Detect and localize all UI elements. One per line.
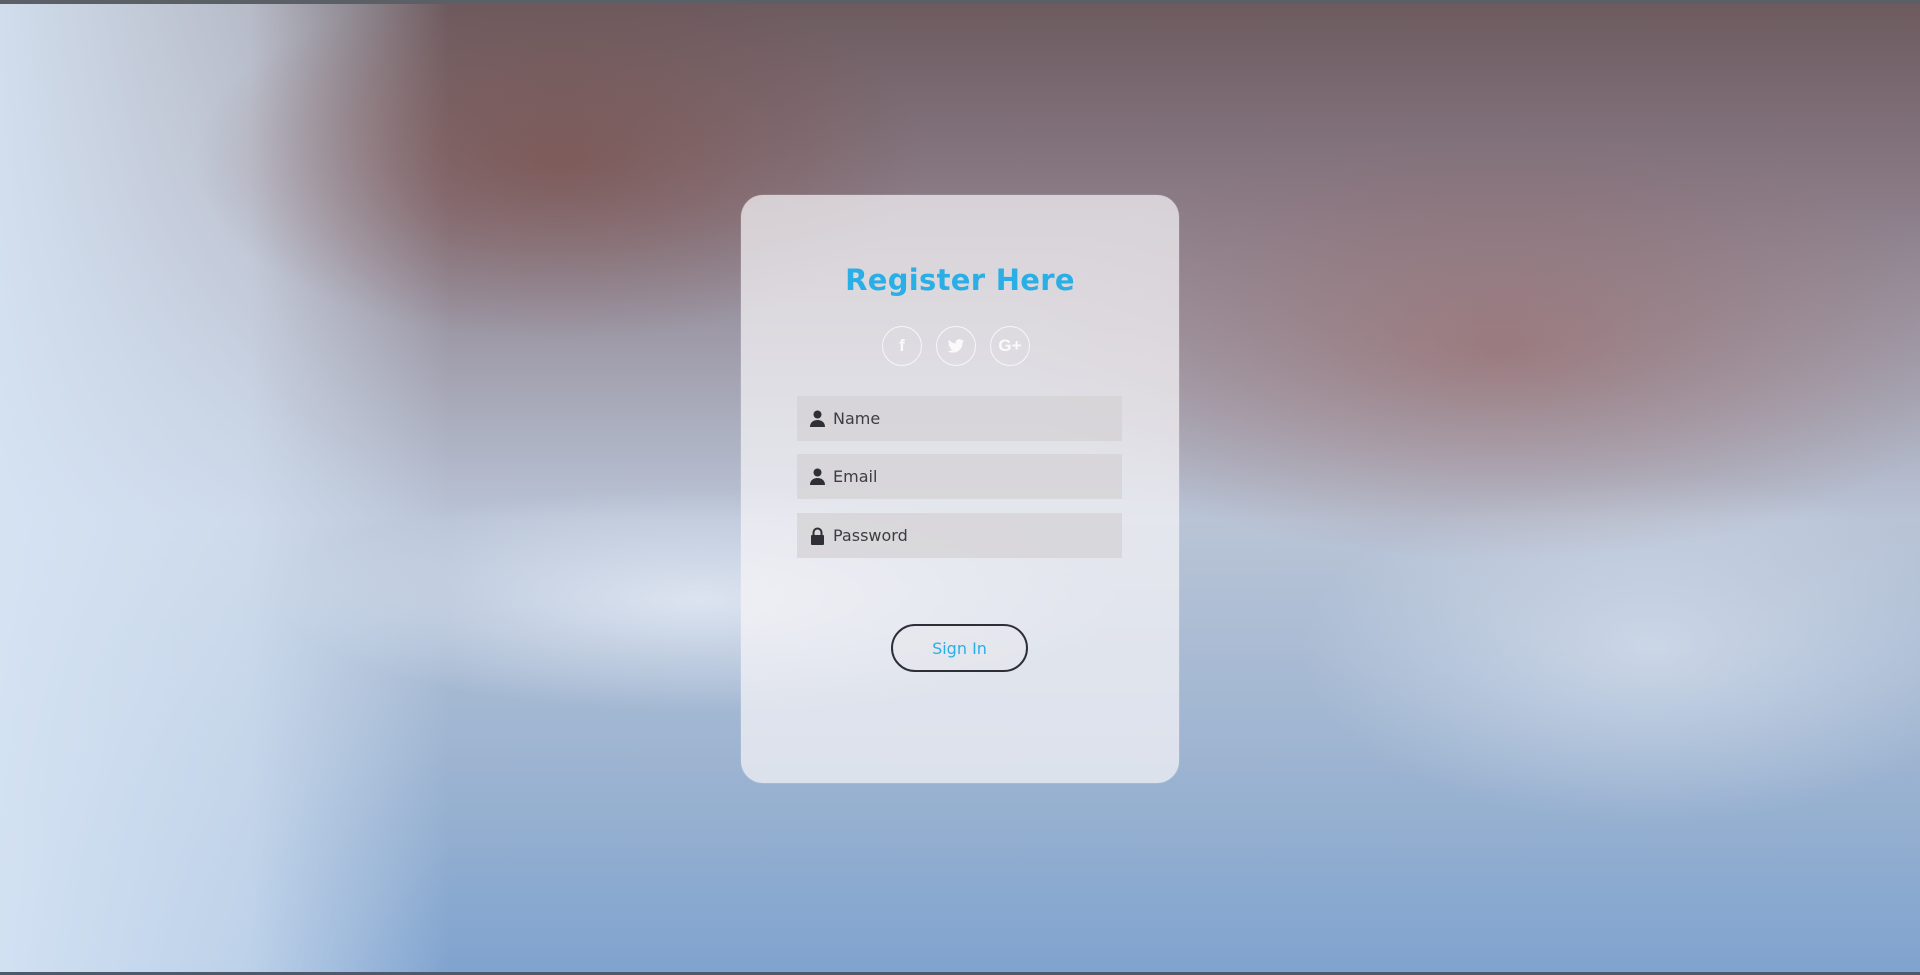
email-input[interactable]: [833, 467, 1113, 486]
sign-in-button[interactable]: Sign In: [891, 624, 1028, 672]
name-field-wrapper: [797, 396, 1122, 441]
facebook-icon: f: [899, 336, 905, 355]
name-input[interactable]: [833, 409, 1113, 428]
password-field-wrapper: [797, 513, 1122, 558]
email-field-wrapper: [797, 454, 1122, 499]
google-plus-icon: G+: [998, 336, 1022, 355]
user-icon: [809, 410, 825, 428]
social-links: f G+: [882, 326, 1042, 368]
register-card: Register Here f G+ Name Email Sign In: [741, 195, 1179, 783]
twitter-button[interactable]: [936, 326, 976, 366]
password-input[interactable]: [833, 526, 1113, 545]
twitter-icon: [947, 338, 965, 354]
form-title: Register Here: [845, 263, 1075, 297]
google-plus-button[interactable]: G+: [990, 326, 1030, 366]
lock-icon: [809, 527, 825, 545]
user-icon: [809, 468, 825, 486]
facebook-button[interactable]: f: [882, 326, 922, 366]
top-edge-bar: [0, 0, 1920, 4]
